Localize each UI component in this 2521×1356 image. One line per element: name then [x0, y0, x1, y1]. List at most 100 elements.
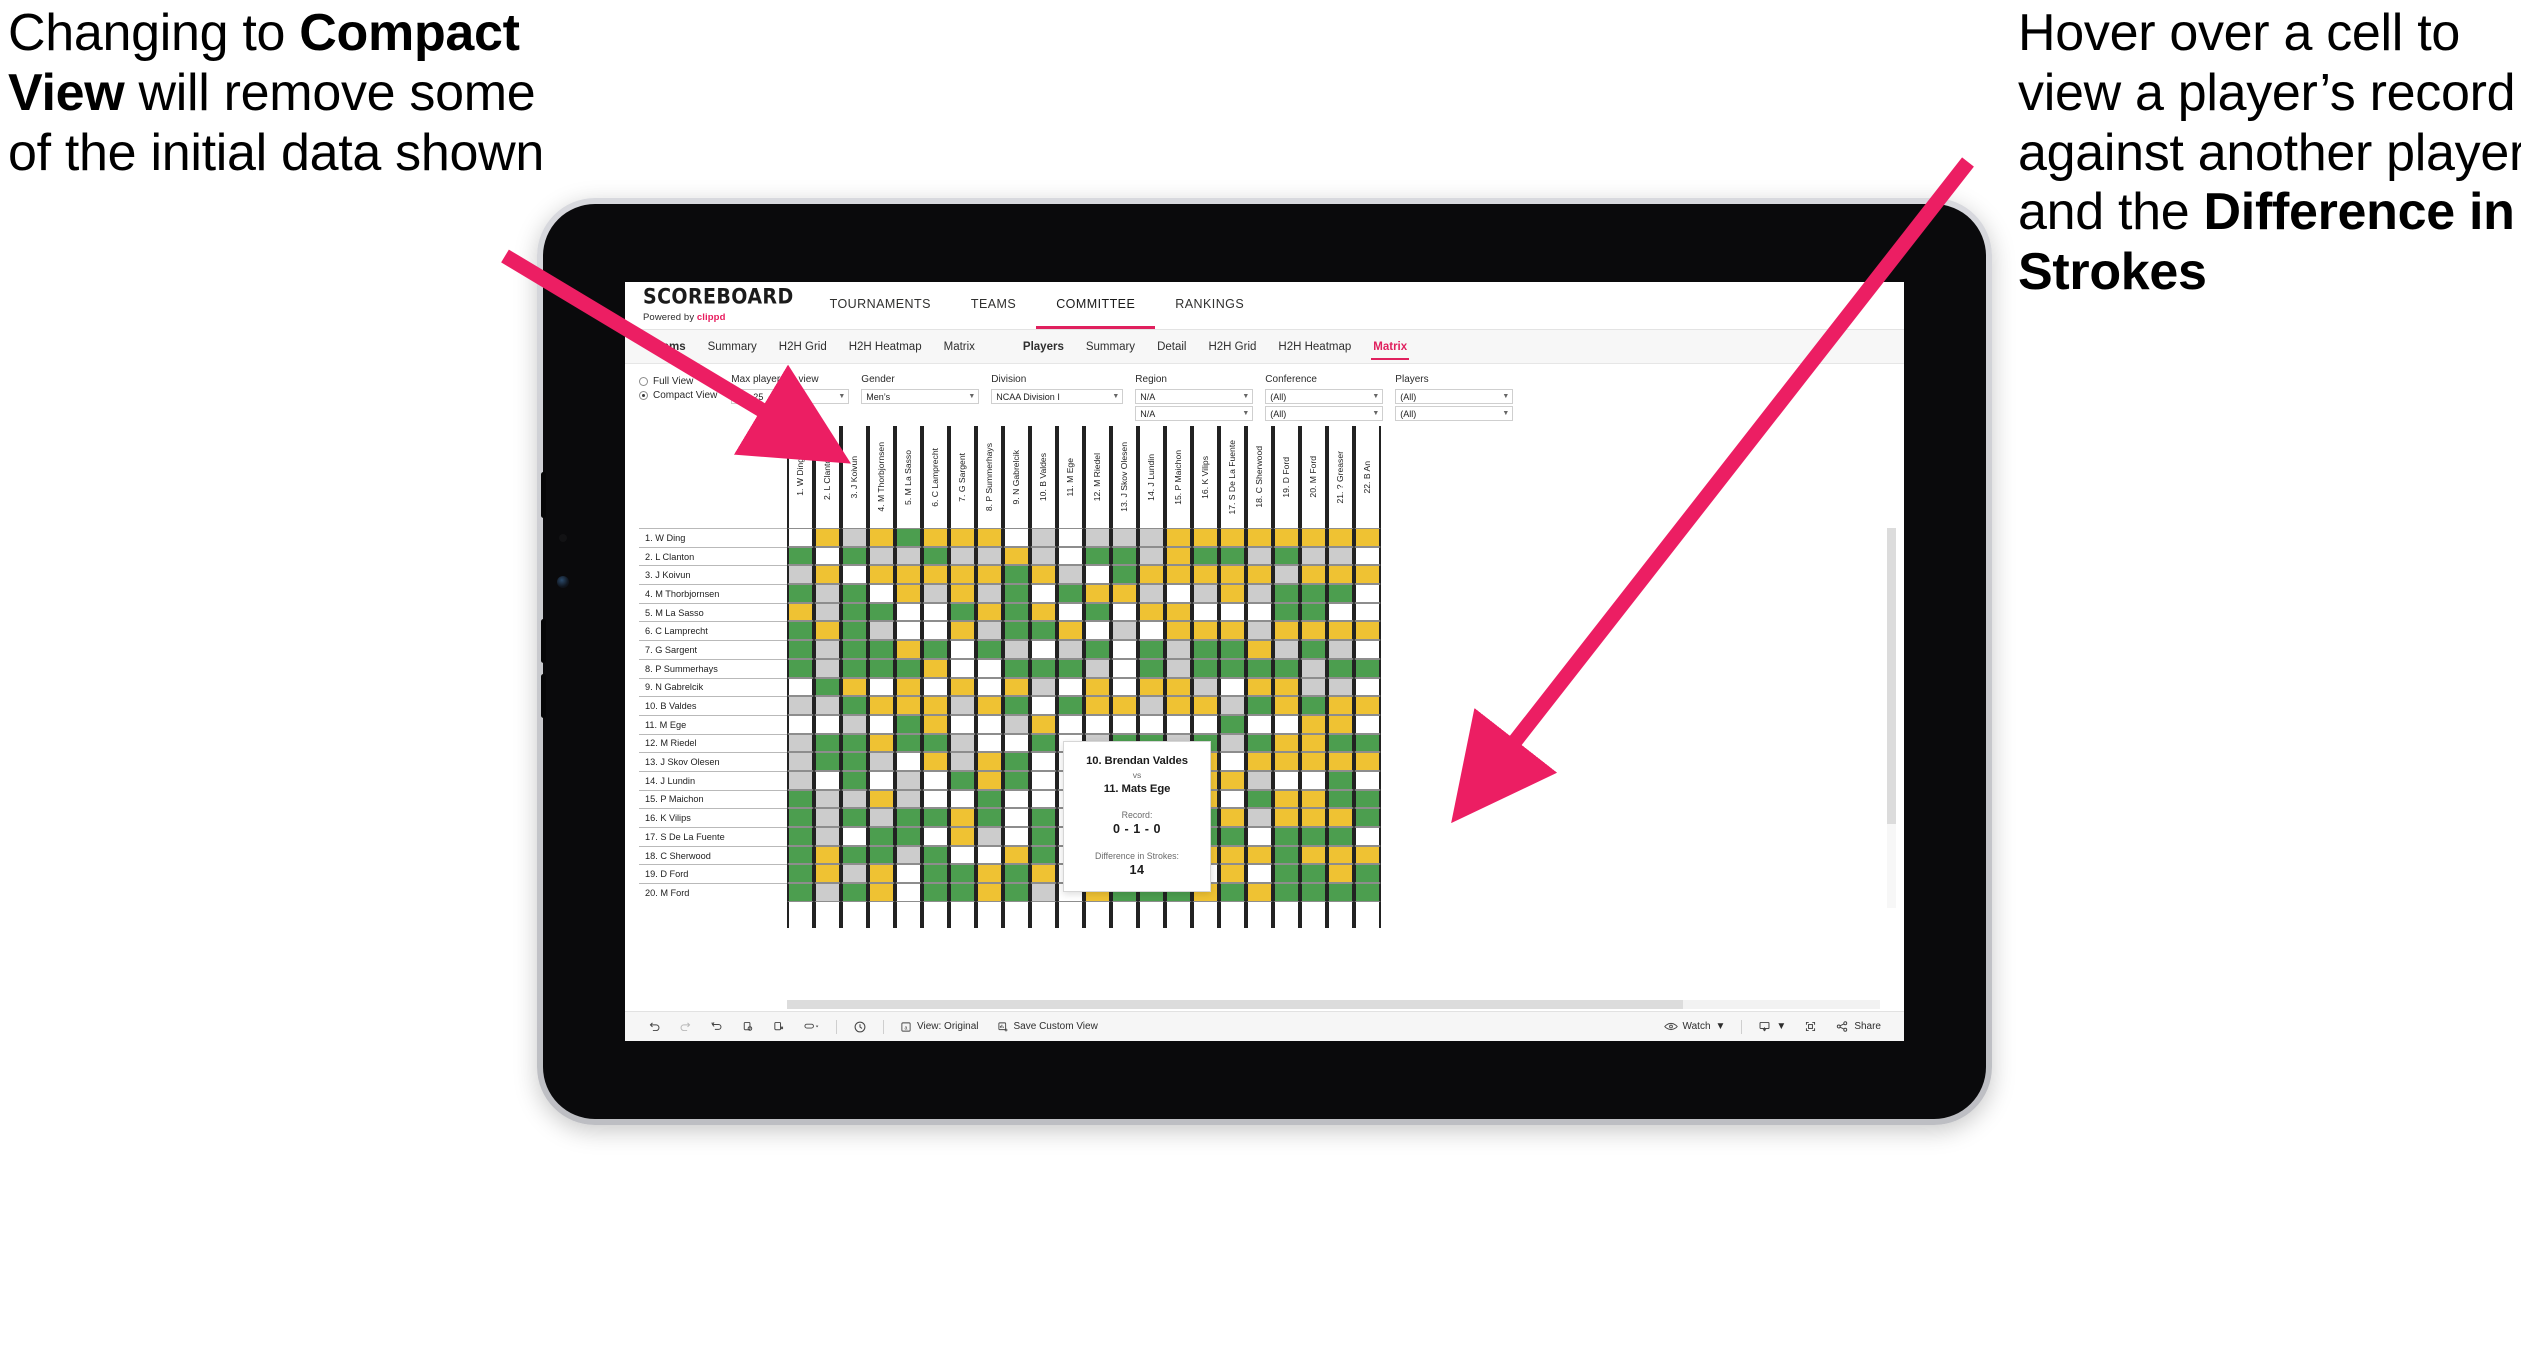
top-tab-teams[interactable]: TEAMS: [951, 282, 1036, 329]
matrix-column-header[interactable]: 11. M Ege: [1057, 426, 1084, 528]
matrix-cell[interactable]: [1300, 658, 1327, 678]
matrix-cell[interactable]: [787, 789, 814, 809]
matrix-cell[interactable]: [949, 602, 976, 622]
matrix-cell[interactable]: [922, 845, 949, 865]
matrix-cell[interactable]: [1192, 621, 1219, 641]
matrix-cell[interactable]: [949, 640, 976, 659]
matrix-cell[interactable]: [1192, 565, 1219, 585]
matrix-cell[interactable]: [1030, 808, 1057, 827]
matrix-cell[interactable]: [1246, 883, 1273, 902]
matrix-row-label[interactable]: 1. W Ding: [639, 528, 787, 547]
matrix-cell[interactable]: [841, 565, 868, 585]
matrix-cell[interactable]: [787, 677, 814, 697]
matrix-cell[interactable]: [814, 546, 841, 566]
matrix-cell[interactable]: [787, 714, 814, 734]
matrix-cell[interactable]: [1192, 658, 1219, 678]
matrix-cell[interactable]: [787, 602, 814, 622]
sub-tab-h2h-grid[interactable]: H2H Grid: [768, 335, 838, 359]
share-button[interactable]: Share: [1826, 1020, 1890, 1033]
matrix-cell[interactable]: [922, 733, 949, 753]
matrix-cell[interactable]: [1165, 696, 1192, 715]
matrix-cell[interactable]: [1273, 770, 1300, 790]
matrix-cell[interactable]: [976, 528, 1003, 547]
matrix-cell[interactable]: [1327, 658, 1354, 678]
sub-tab-h2h-grid[interactable]: H2H Grid: [1197, 335, 1267, 359]
matrix-cell[interactable]: [1300, 845, 1327, 865]
matrix-cell[interactable]: [976, 733, 1003, 753]
filter-gender-select[interactable]: Men’s ▼: [861, 389, 980, 404]
matrix-cell[interactable]: [1165, 546, 1192, 566]
matrix-cell[interactable]: [1192, 584, 1219, 603]
matrix-cell[interactable]: [1327, 640, 1354, 659]
matrix-cell[interactable]: [1273, 808, 1300, 827]
matrix-cell[interactable]: [895, 752, 922, 771]
matrix-cell[interactable]: [922, 696, 949, 715]
matrix-cell[interactable]: [1057, 602, 1084, 622]
matrix-cell[interactable]: [976, 845, 1003, 865]
matrix-cell[interactable]: [787, 770, 814, 790]
matrix-cell[interactable]: [1057, 696, 1084, 715]
matrix-cell[interactable]: [922, 602, 949, 622]
matrix-cell[interactable]: [1084, 696, 1111, 715]
matrix-cell[interactable]: [895, 658, 922, 678]
matrix-cell[interactable]: [949, 546, 976, 566]
volume-down-button[interactable]: [541, 674, 546, 718]
matrix-cell[interactable]: [1273, 789, 1300, 809]
matrix-cell[interactable]: [1219, 696, 1246, 715]
matrix-cell[interactable]: [1300, 565, 1327, 585]
matrix-row-label[interactable]: 5. M La Sasso: [639, 602, 787, 622]
matrix-row-label[interactable]: 6. C Lamprecht: [639, 621, 787, 641]
matrix-cell[interactable]: [814, 752, 841, 771]
matrix-cell[interactable]: [976, 808, 1003, 827]
matrix-cell[interactable]: [1003, 621, 1030, 641]
sub-tab-summary[interactable]: Summary: [1075, 335, 1146, 359]
undo-button[interactable]: [639, 1020, 670, 1033]
matrix-column-header[interactable]: 22. B An: [1354, 426, 1381, 528]
matrix-cell[interactable]: [868, 528, 895, 547]
matrix-cell[interactable]: [895, 864, 922, 884]
matrix-cell[interactable]: [841, 733, 868, 753]
matrix-cell[interactable]: [1003, 714, 1030, 734]
matrix-row-label[interactable]: 9. N Gabrelcik: [639, 677, 787, 697]
sub-tab-h2h-heatmap[interactable]: H2H Heatmap: [1267, 335, 1362, 359]
matrix-cell[interactable]: [1219, 528, 1246, 547]
matrix-row-label[interactable]: 14. J Lundin: [639, 770, 787, 790]
vertical-scrollbar[interactable]: [1887, 528, 1896, 908]
matrix-cell[interactable]: [949, 714, 976, 734]
matrix-cell[interactable]: [1273, 883, 1300, 902]
matrix-cell[interactable]: [1219, 658, 1246, 678]
top-tab-committee[interactable]: COMMITTEE: [1036, 282, 1156, 329]
watch-button[interactable]: Watch ▼: [1655, 1021, 1735, 1032]
matrix-cell[interactable]: [1273, 602, 1300, 622]
matrix-cell[interactable]: [1057, 658, 1084, 678]
matrix-cell[interactable]: [1300, 827, 1327, 846]
matrix-cell[interactable]: [841, 845, 868, 865]
matrix-cell[interactable]: [1111, 584, 1138, 603]
filter-division-select[interactable]: NCAA Division I ▼: [991, 389, 1124, 404]
matrix-cell[interactable]: [1273, 546, 1300, 566]
matrix-cell[interactable]: [1354, 883, 1381, 902]
matrix-column-header[interactable]: 20. M Ford: [1300, 426, 1327, 528]
matrix-row-label[interactable]: 18. C Sherwood: [639, 845, 787, 865]
matrix-cell[interactable]: [1246, 789, 1273, 809]
matrix-cell[interactable]: [1165, 528, 1192, 547]
matrix-cell[interactable]: [1084, 677, 1111, 697]
matrix-cell[interactable]: [841, 864, 868, 884]
matrix-cell[interactable]: [976, 770, 1003, 790]
matrix-cell[interactable]: [1327, 864, 1354, 884]
matrix-cell[interactable]: [1057, 546, 1084, 566]
matrix-cell[interactable]: [1138, 602, 1165, 622]
matrix-cell[interactable]: [841, 752, 868, 771]
matrix-cell[interactable]: [1300, 864, 1327, 884]
matrix-cell[interactable]: [1084, 584, 1111, 603]
matrix-cell[interactable]: [1327, 733, 1354, 753]
matrix-cell[interactable]: [1273, 565, 1300, 585]
matrix-cell[interactable]: [1084, 640, 1111, 659]
filter-conference-select[interactable]: (All) ▼: [1265, 389, 1384, 404]
matrix-cell[interactable]: [1138, 658, 1165, 678]
matrix-cell[interactable]: [1165, 677, 1192, 697]
matrix-column-header[interactable]: 16. K Vilips: [1192, 426, 1219, 528]
matrix-cell[interactable]: [895, 808, 922, 827]
matrix-cell[interactable]: [1246, 696, 1273, 715]
matrix-cell[interactable]: [1354, 845, 1381, 865]
